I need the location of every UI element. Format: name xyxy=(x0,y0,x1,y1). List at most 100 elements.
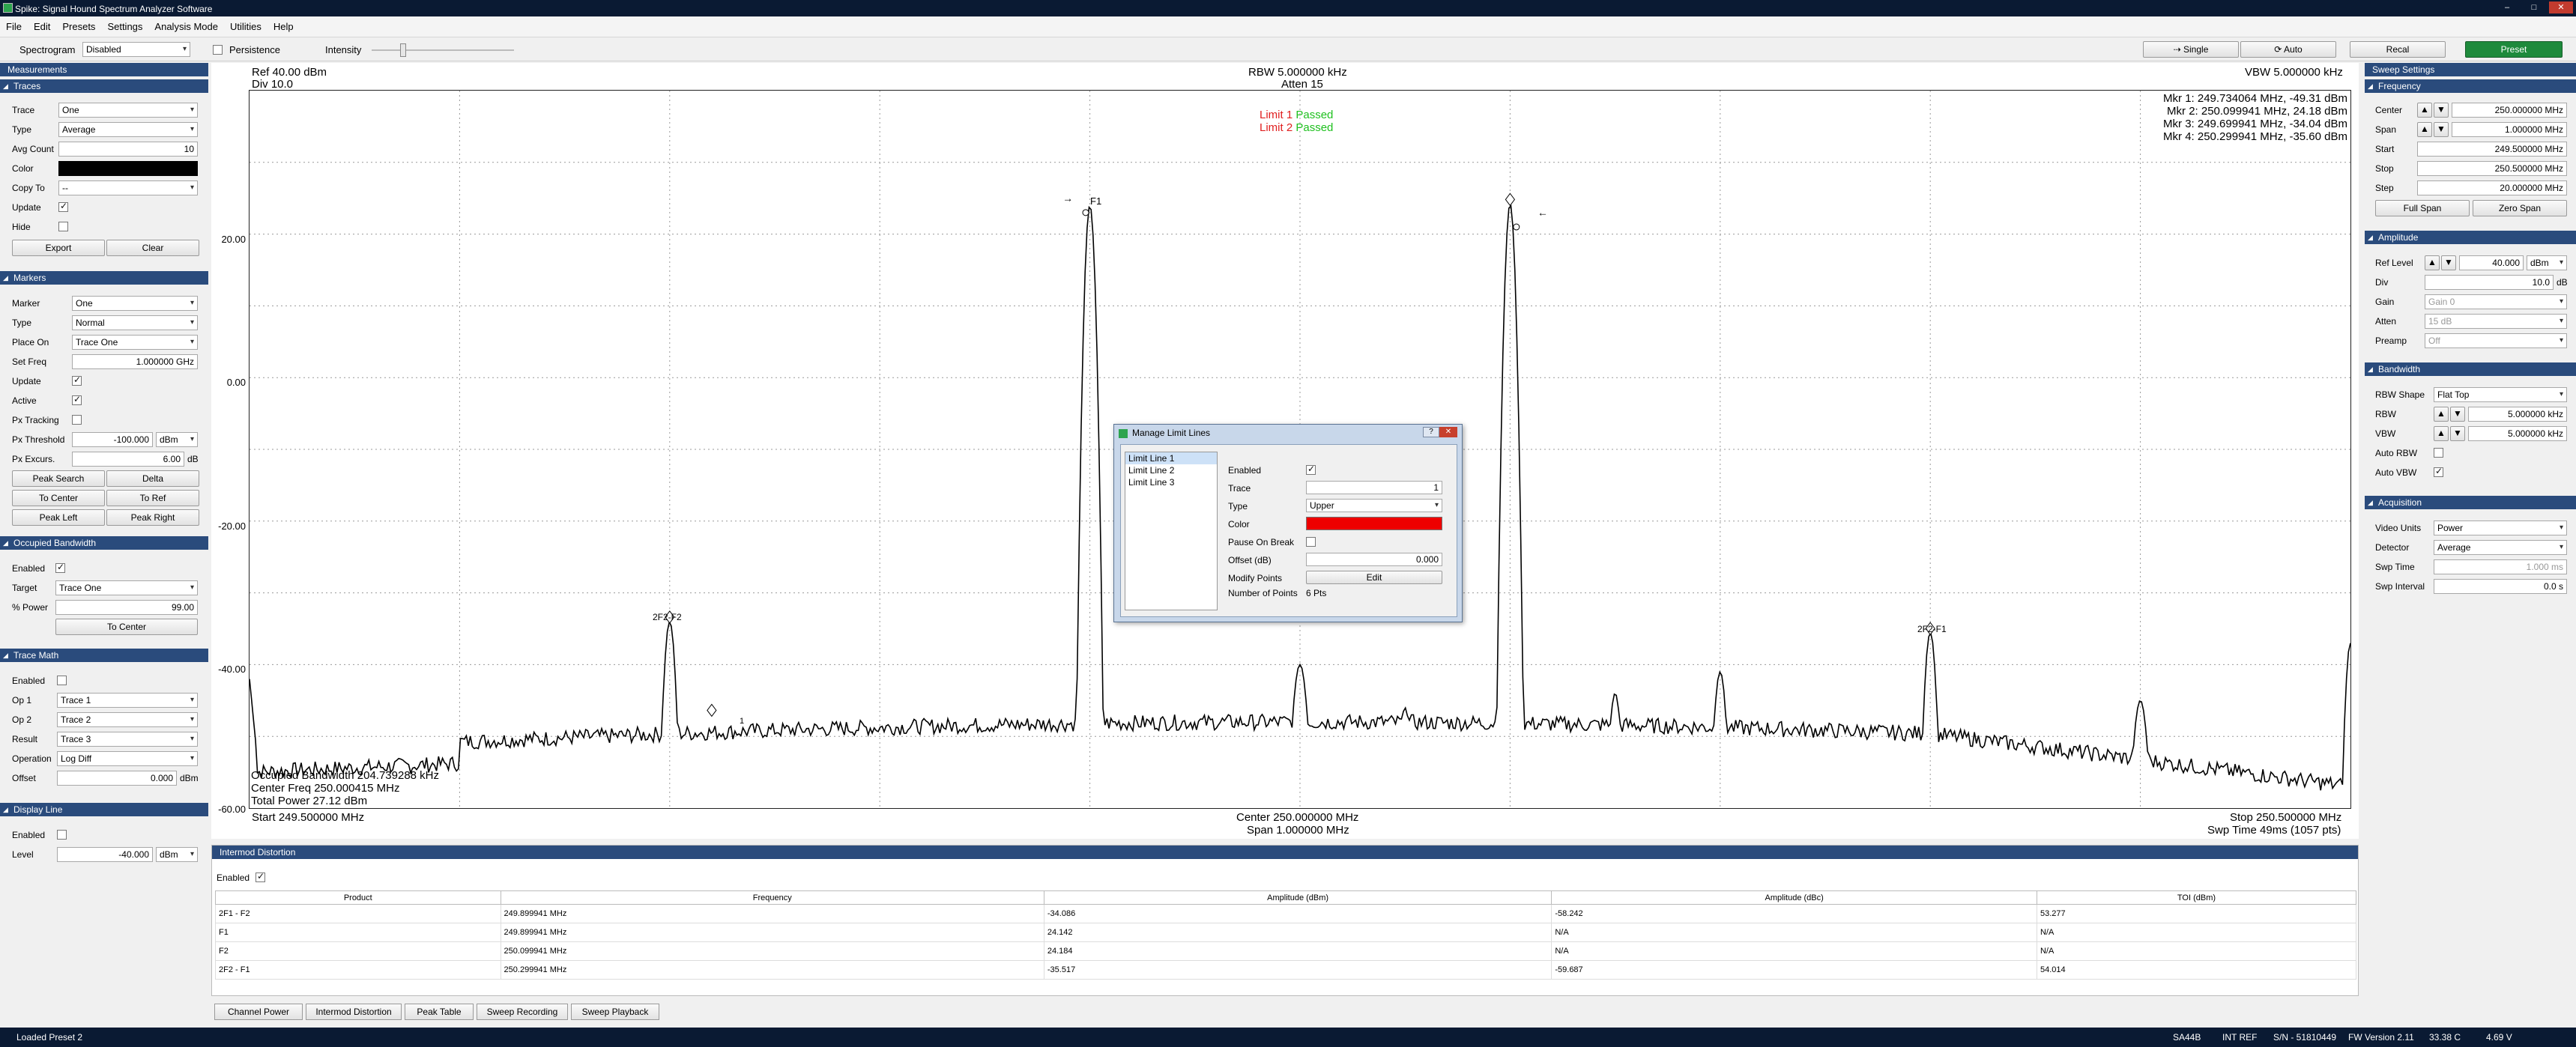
operation-select[interactable]: Log Diff xyxy=(57,751,198,766)
gain-select[interactable]: Gain 0 xyxy=(2425,294,2567,309)
dlg-enabled-checkbox[interactable] xyxy=(1306,464,1316,475)
swp-interval-input[interactable]: 0.0 s xyxy=(2434,579,2567,594)
peak-right-button[interactable]: Peak Right xyxy=(106,509,199,526)
marker-type-select[interactable]: Normal xyxy=(72,315,198,330)
trace-color-swatch[interactable] xyxy=(58,161,198,176)
limit-line-list[interactable]: Limit Line 1 Limit Line 2 Limit Line 3 xyxy=(1125,452,1218,610)
avg-count-input[interactable]: 10 xyxy=(58,142,198,157)
vbw-down-button[interactable]: ▼ xyxy=(2450,426,2465,441)
help-button[interactable]: ? xyxy=(1423,427,1439,437)
markers-header[interactable]: Markers xyxy=(0,271,208,285)
auto-sweep-button[interactable]: ⟳ Auto xyxy=(2240,41,2336,58)
step-input[interactable]: 20.000000 MHz xyxy=(2417,180,2567,195)
op1-select[interactable]: Trace 1 xyxy=(57,693,198,708)
marker-select[interactable]: One xyxy=(72,296,198,311)
amplitude-header[interactable]: Amplitude xyxy=(2365,231,2576,244)
level-input[interactable]: -40.000 xyxy=(57,847,153,862)
list-item[interactable]: Limit Line 2 xyxy=(1125,464,1217,476)
tab-channel-power[interactable]: Channel Power xyxy=(214,1004,303,1020)
menu-utilities[interactable]: Utilities xyxy=(224,16,267,37)
trace-type-select[interactable]: Average xyxy=(58,122,198,137)
trace-math-header[interactable]: Trace Math xyxy=(0,649,208,662)
place-on-select[interactable]: Trace One xyxy=(72,335,198,350)
span-down-button[interactable]: ▼ xyxy=(2434,122,2449,137)
rbw-input[interactable]: 5.000000 kHz xyxy=(2468,407,2567,422)
swp-time-input[interactable]: 1.000 ms xyxy=(2434,559,2567,574)
auto-vbw-checkbox[interactable] xyxy=(2434,466,2443,477)
display-enabled-checkbox[interactable] xyxy=(57,830,67,840)
menu-presets[interactable]: Presets xyxy=(56,16,101,37)
display-line-header[interactable]: Display Line xyxy=(0,803,208,816)
persistence-checkbox[interactable] xyxy=(213,45,223,55)
single-sweep-button[interactable]: ⇢ Single xyxy=(2143,41,2239,58)
stop-input[interactable]: 250.500000 MHz xyxy=(2417,161,2567,176)
dlg-type-select[interactable]: Upper xyxy=(1306,499,1442,512)
start-input[interactable]: 249.500000 MHz xyxy=(2417,142,2567,157)
copy-to-select[interactable]: -- xyxy=(58,180,198,195)
zero-span-button[interactable]: Zero Span xyxy=(2473,200,2567,216)
vbw-up-button[interactable]: ▲ xyxy=(2434,426,2449,441)
full-span-button[interactable]: Full Span xyxy=(2375,200,2470,216)
tab-sweep-playback[interactable]: Sweep Playback xyxy=(571,1004,659,1020)
minimize-button[interactable]: – xyxy=(2495,1,2519,13)
dlg-pause-checkbox[interactable] xyxy=(1306,537,1316,547)
occ-target-select[interactable]: Trace One xyxy=(55,580,198,595)
center-up-button[interactable]: ▲ xyxy=(2417,103,2432,118)
set-freq-input[interactable]: 1.000000 GHz xyxy=(72,354,198,369)
amp-div-input[interactable]: 10.0 xyxy=(2425,275,2554,290)
manage-limit-lines-dialog[interactable]: Manage Limit Lines ? ✕ Limit Line 1 Limi… xyxy=(1113,424,1463,622)
dialog-close-button[interactable]: ✕ xyxy=(1439,427,1457,437)
occ-enabled-checkbox[interactable] xyxy=(55,562,65,573)
math-offset-input[interactable]: 0.000 xyxy=(57,771,177,786)
video-units-select[interactable]: Power xyxy=(2434,521,2567,535)
marker-update-checkbox[interactable] xyxy=(72,374,82,386)
atten-select[interactable]: 15 dB xyxy=(2425,314,2567,329)
export-button[interactable]: Export xyxy=(12,240,105,256)
px-tracking-checkbox[interactable] xyxy=(72,415,82,425)
trace-select[interactable]: One xyxy=(58,103,198,118)
intensity-slider-thumb[interactable] xyxy=(400,43,406,57)
close-button[interactable]: ✕ xyxy=(2549,1,2573,13)
menu-help[interactable]: Help xyxy=(267,16,300,37)
occupied-bandwidth-header[interactable]: Occupied Bandwidth xyxy=(0,536,208,550)
center-input[interactable]: 250.000000 MHz xyxy=(2452,103,2567,118)
result-select[interactable]: Trace 3 xyxy=(57,732,198,747)
dlg-trace-input[interactable]: 1 xyxy=(1306,481,1442,494)
delta-button[interactable]: Delta xyxy=(106,470,199,487)
spectrogram-select[interactable]: Disabled xyxy=(82,42,190,57)
menu-edit[interactable]: Edit xyxy=(28,16,56,37)
peak-left-button[interactable]: Peak Left xyxy=(12,509,105,526)
menu-file[interactable]: File xyxy=(0,16,28,37)
bandwidth-header[interactable]: Bandwidth xyxy=(2365,362,2576,376)
ref-unit-select[interactable]: dBm xyxy=(2527,255,2567,270)
imd-enabled-checkbox[interactable] xyxy=(256,871,265,882)
to-center-button[interactable]: To Center xyxy=(12,490,105,506)
level-unit-select[interactable]: dBm xyxy=(156,847,198,862)
maximize-button[interactable]: □ xyxy=(2522,1,2546,13)
list-item[interactable]: Limit Line 1 xyxy=(1125,452,1217,464)
auto-rbw-checkbox[interactable] xyxy=(2434,448,2443,458)
ref-level-input[interactable]: 40.000 xyxy=(2459,255,2524,270)
tab-sweep-recording[interactable]: Sweep Recording xyxy=(477,1004,568,1020)
px-excurs-input[interactable]: 6.00 xyxy=(72,452,184,467)
frequency-header[interactable]: Frequency xyxy=(2365,79,2576,93)
detector-select[interactable]: Average xyxy=(2434,540,2567,555)
to-ref-button[interactable]: To Ref xyxy=(106,490,199,506)
clear-button[interactable]: Clear xyxy=(106,240,199,256)
dlg-offset-input[interactable]: 0.000 xyxy=(1306,553,1442,566)
rbw-down-button[interactable]: ▼ xyxy=(2450,407,2465,422)
rbw-shape-select[interactable]: Flat Top xyxy=(2434,387,2567,402)
occ-power-input[interactable]: 99.00 xyxy=(55,600,198,615)
rbw-up-button[interactable]: ▲ xyxy=(2434,407,2449,422)
span-input[interactable]: 1.000000 MHz xyxy=(2452,122,2567,137)
traces-header[interactable]: Traces xyxy=(0,79,208,93)
occ-to-center-button[interactable]: To Center xyxy=(55,619,198,635)
list-item[interactable]: Limit Line 3 xyxy=(1125,476,1217,488)
op2-select[interactable]: Trace 2 xyxy=(57,712,198,727)
menu-analysis-mode[interactable]: Analysis Mode xyxy=(148,16,224,37)
intensity-slider-track[interactable] xyxy=(372,49,514,51)
marker-active-checkbox[interactable] xyxy=(72,394,82,405)
preset-button[interactable]: Preset xyxy=(2465,41,2563,58)
span-up-button[interactable]: ▲ xyxy=(2417,122,2432,137)
dlg-edit-button[interactable]: Edit xyxy=(1306,571,1442,584)
